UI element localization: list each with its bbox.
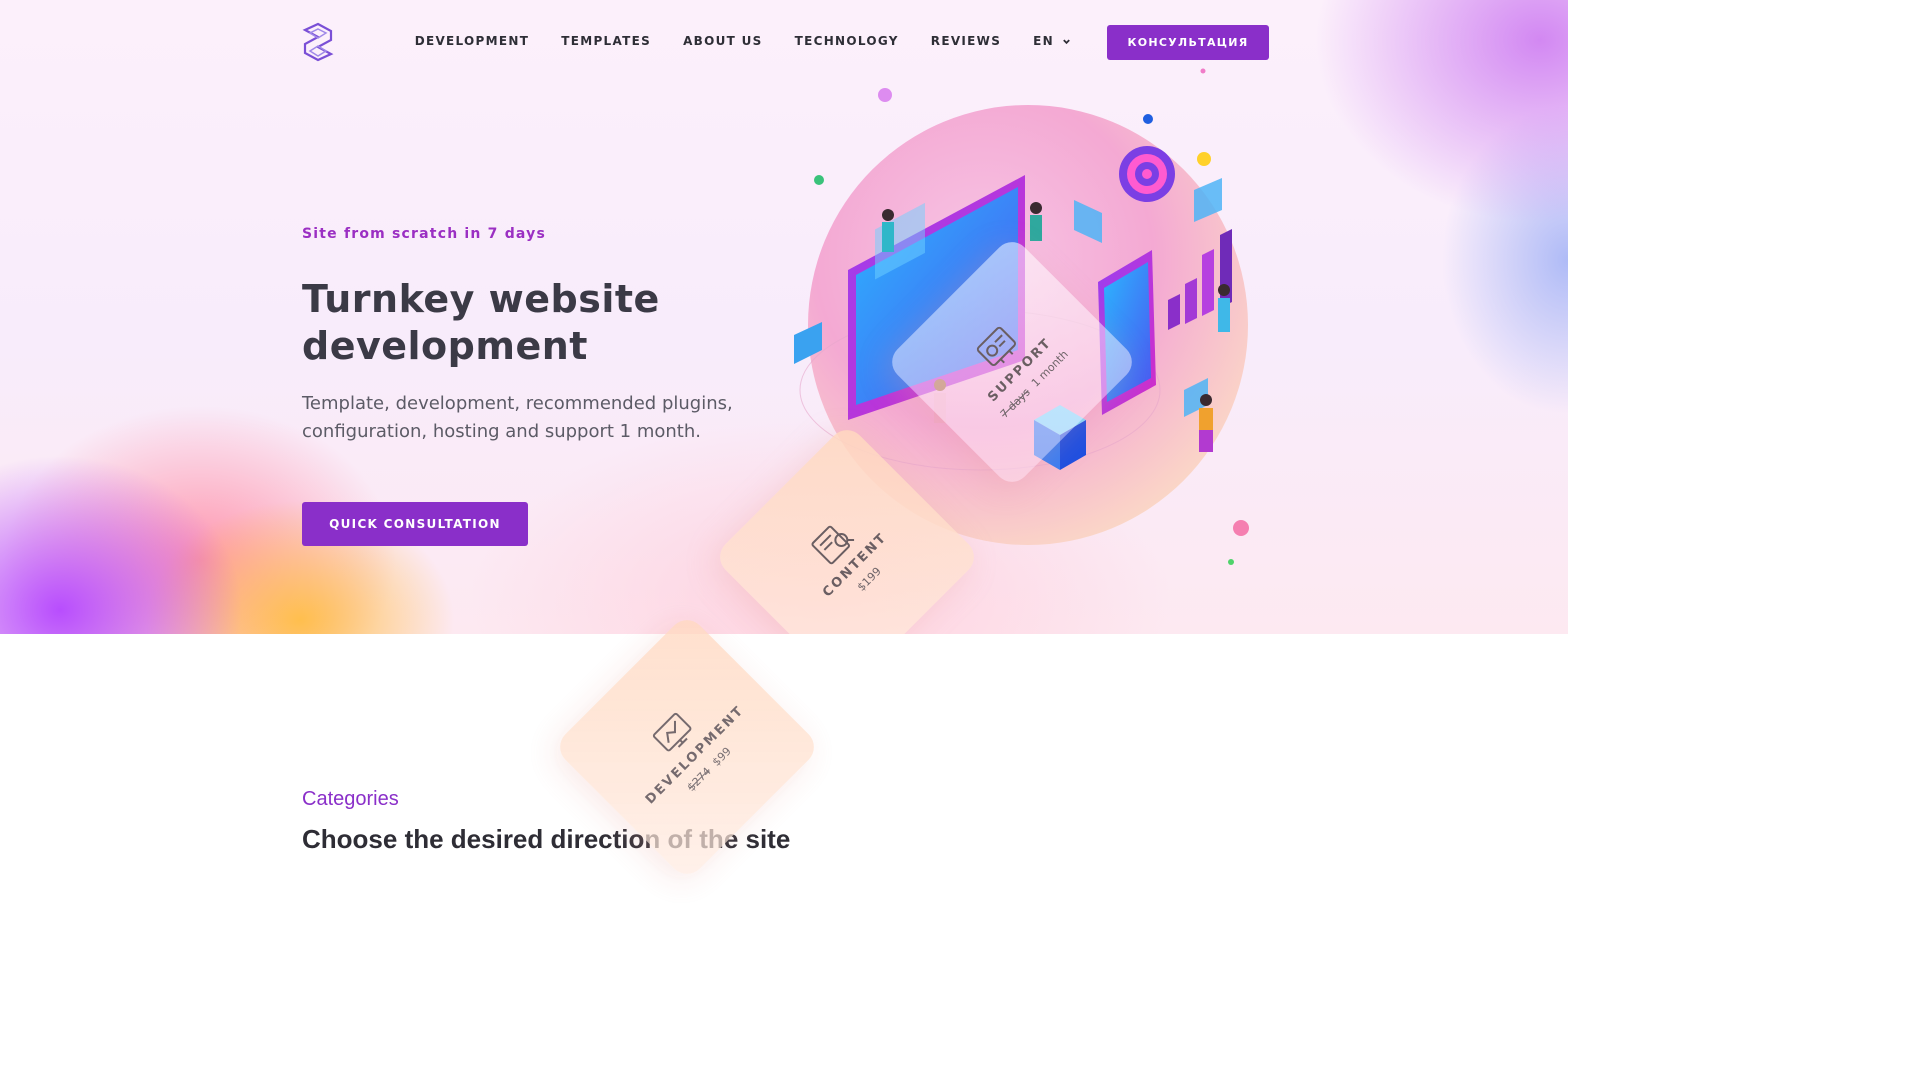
content-card-content: CONTENT $199: [760, 470, 934, 634]
quick-consultation-button[interactable]: QUICK CONSULTATION: [302, 502, 528, 546]
development-card-content: DEVELOPMENT $274 $99: [600, 660, 774, 834]
language-label: EN: [1033, 34, 1054, 48]
nav-link-templates[interactable]: TEMPLATES: [561, 34, 651, 48]
top-navigation: DEVELOPMENT TEMPLATES ABOUT US TECHNOLOG…: [302, 22, 1269, 62]
categories-label: Categories: [302, 788, 399, 810]
consultation-button[interactable]: КОНСУЛЬТАЦИЯ: [1107, 25, 1269, 60]
nav-links: DEVELOPMENT TEMPLATES ABOUT US TECHNOLOG…: [415, 34, 1071, 48]
nav-link-about-us[interactable]: ABOUT US: [683, 34, 763, 48]
development-card-value: $99: [709, 744, 734, 769]
nav-link-reviews[interactable]: REVIEWS: [931, 34, 1001, 48]
support-card-content: SUPPORT 7 days 1 month: [925, 275, 1099, 449]
nav-link-development[interactable]: DEVELOPMENT: [415, 34, 530, 48]
nav-link-technology[interactable]: TECHNOLOGY: [795, 34, 899, 48]
hero-headline: Turnkey website development: [302, 277, 660, 368]
hero-subtext: Template, development, recommended plugi…: [302, 393, 733, 442]
chevron-down-icon: [1063, 39, 1070, 44]
hero-eyebrow: Site from scratch in 7 days: [302, 226, 546, 242]
hero-section: DEVELOPMENT TEMPLATES ABOUT US TECHNOLOG…: [0, 0, 1568, 634]
language-selector[interactable]: EN: [1033, 34, 1071, 48]
s-logo-icon[interactable]: [302, 22, 334, 62]
